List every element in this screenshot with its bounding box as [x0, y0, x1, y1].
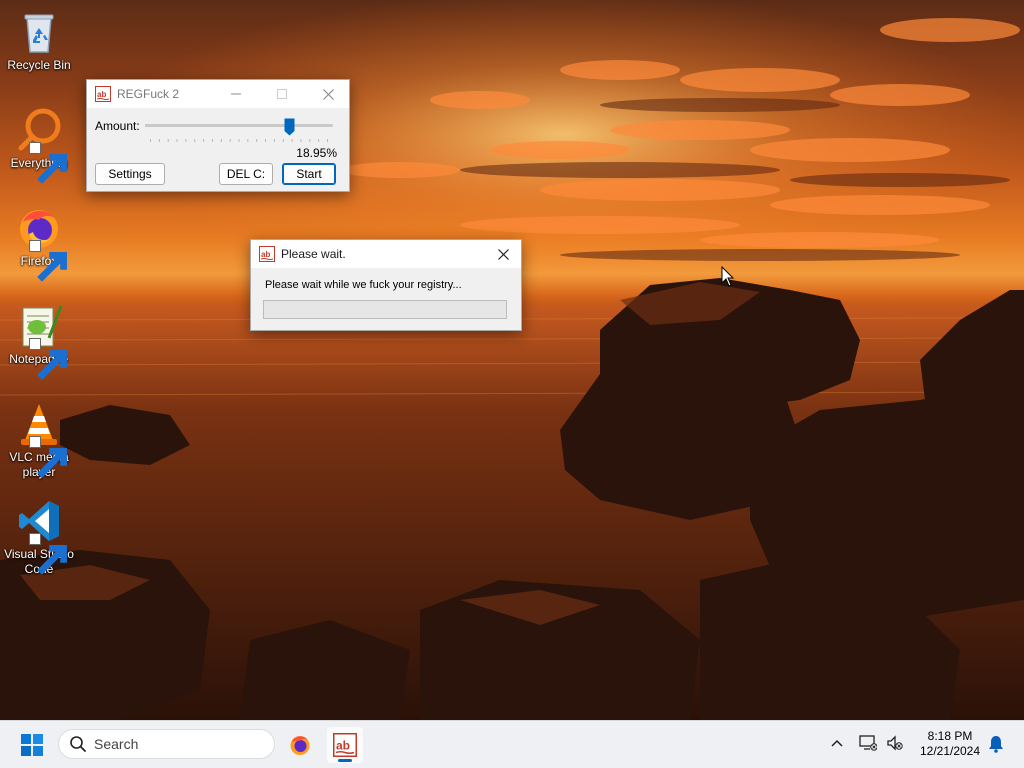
network-tray-button[interactable]	[859, 735, 878, 754]
network-disconnected-icon	[859, 735, 878, 751]
maximize-button[interactable]	[259, 80, 305, 108]
desktop-icon-firefox[interactable]: Firefox	[0, 204, 78, 282]
amount-percent: 18.95%	[296, 146, 337, 160]
regfuck-app-icon: ab	[259, 246, 275, 262]
desktop-icon-recycle-bin[interactable]: Recycle Bin	[0, 8, 78, 73]
svg-text:ab: ab	[261, 250, 270, 259]
please-wait-dialog: ab Please wait. Please wait while we fuc…	[250, 239, 522, 331]
clock-date: 12/21/2024	[919, 744, 981, 758]
start-menu-button[interactable]	[14, 727, 50, 763]
minimize-button[interactable]	[213, 80, 259, 108]
notification-bell-icon	[989, 736, 1003, 753]
desktop-icon-label: Recycle Bin	[7, 58, 71, 72]
wait-progress-bar	[263, 300, 507, 319]
recycle-bin-icon	[24, 14, 54, 53]
active-app-indicator	[338, 759, 352, 762]
amount-label: Amount:	[95, 119, 140, 133]
windows-start-icon	[21, 734, 43, 756]
regfuck-app-icon: ab	[333, 733, 357, 757]
close-button[interactable]	[305, 80, 351, 108]
shortcut-arrow-icon	[29, 338, 67, 380]
regfuck-app-icon: ab	[95, 86, 111, 102]
taskbar-regfuck[interactable]: ab	[327, 727, 363, 763]
volume-tray-button[interactable]	[886, 735, 904, 754]
main-window-titlebar[interactable]: ab REGFuck 2	[87, 80, 349, 108]
wait-message: Please wait while we fuck your registry.…	[265, 279, 462, 291]
desktop-icon-notepad-plus-plus[interactable]: Notepad++	[0, 302, 78, 380]
maximize-icon	[277, 89, 287, 99]
del-c-button[interactable]: DEL C:	[219, 163, 273, 185]
regfuck-main-window: ab REGFuck 2 Amount: 18.95% Settings DEL…	[86, 79, 350, 192]
taskbar-search-box[interactable]: Search	[58, 729, 275, 759]
shortcut-arrow-icon	[29, 240, 67, 282]
shortcut-arrow-icon	[29, 436, 67, 478]
desktop-icon-everything[interactable]: Everything	[0, 106, 78, 184]
search-icon	[70, 736, 86, 752]
minimize-icon	[231, 93, 241, 95]
wait-dialog-title: Please wait.	[281, 247, 346, 261]
shortcut-arrow-icon	[29, 533, 67, 575]
volume-muted-icon	[887, 735, 903, 751]
shortcut-arrow-icon	[29, 142, 67, 184]
svg-text:ab: ab	[97, 90, 106, 99]
desktop-icon-vlc[interactable]: VLC media player	[0, 400, 78, 480]
firefox-icon	[290, 736, 310, 755]
slider-ticks	[150, 139, 328, 142]
show-hidden-icons-button[interactable]	[830, 737, 844, 752]
taskbar: Search ab 8:18 PM 12/21/2024	[0, 720, 1024, 768]
amount-slider[interactable]	[145, 116, 333, 142]
close-icon	[322, 88, 334, 100]
taskbar-firefox[interactable]	[282, 727, 318, 763]
clock-time: 8:18 PM	[927, 729, 973, 743]
wait-dialog-titlebar[interactable]: ab Please wait.	[251, 240, 521, 268]
chevron-up-icon	[831, 739, 843, 747]
search-placeholder: Search	[94, 736, 139, 752]
notifications-button[interactable]	[988, 735, 1004, 756]
slider-thumb[interactable]	[284, 118, 295, 136]
mouse-cursor-icon	[721, 266, 735, 287]
taskbar-clock[interactable]: 8:18 PM 12/21/2024	[908, 729, 992, 759]
svg-text:ab: ab	[336, 739, 350, 753]
start-button[interactable]: Start	[282, 163, 336, 185]
settings-button[interactable]: Settings	[95, 163, 165, 185]
wait-dialog-close-button[interactable]	[485, 240, 521, 268]
main-window-title: REGFuck 2	[117, 87, 180, 101]
slider-track-fill	[145, 124, 290, 127]
close-icon	[497, 248, 509, 260]
desktop-icon-vscode[interactable]: Visual Studio Code	[0, 497, 78, 577]
